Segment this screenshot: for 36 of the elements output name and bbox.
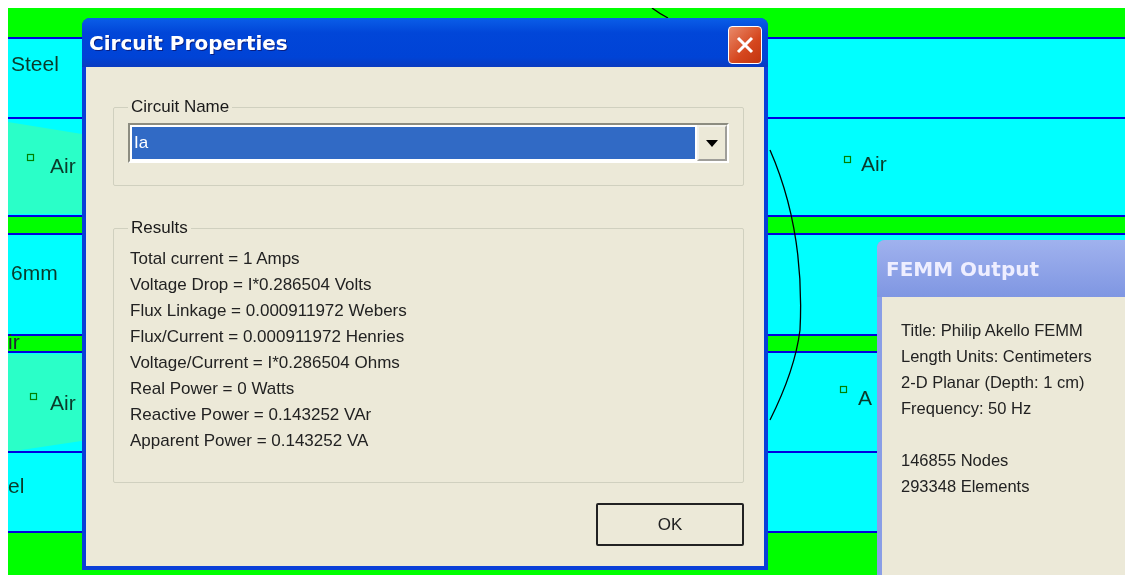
region-label: Air (861, 152, 887, 175)
result-line: Reactive Power = 0.143252 VAr (130, 404, 373, 426)
output-line: 146855 Nodes (901, 450, 1010, 471)
result-line: Apparent Power = 0.143252 VA (130, 430, 370, 452)
circuit-name-dropdown[interactable]: Ia (128, 123, 729, 163)
ok-button[interactable]: OK (596, 503, 744, 546)
result-line: Flux/Current = 0.000911972 Henries (130, 326, 406, 348)
region-label: A (858, 386, 872, 409)
window-title: FEMM Output (886, 256, 1039, 281)
output-line: Title: Philip Akello FEMM (901, 320, 1084, 341)
result-line: Real Power = 0 Watts (130, 378, 296, 400)
output-line: Length Units: Centimeters (901, 346, 1093, 367)
output-line: 2-D Planar (Depth: 1 cm) (901, 372, 1086, 393)
close-button[interactable] (728, 25, 762, 64)
node-marker-icon (26, 153, 35, 162)
region-label: Steel (11, 52, 59, 75)
node-marker-icon (843, 155, 852, 164)
node-marker-icon (29, 392, 38, 401)
region-label: el (8, 474, 25, 497)
result-line: Voltage Drop = I*0.286504 Volts (130, 274, 373, 296)
output-line: Frequency: 50 Hz (901, 398, 1033, 419)
group-label: Results (130, 218, 189, 238)
result-line: Voltage/Current = I*0.286504 Ohms (130, 352, 401, 374)
window-title: Circuit Properties (89, 30, 288, 55)
region-label: Air (50, 154, 76, 177)
region-label: 6mm (11, 261, 58, 284)
output-line: 293348 Elements (901, 476, 1031, 497)
region-label: ir (8, 330, 20, 353)
region-label: Air (50, 391, 76, 414)
result-line: Total current = 1 Amps (130, 248, 301, 270)
dropdown-button[interactable] (697, 125, 727, 161)
group-label: Circuit Name (130, 97, 231, 117)
caret-icon (706, 139, 718, 147)
result-line: Flux Linkage = 0.000911972 Webers (130, 300, 408, 322)
close-icon (736, 35, 754, 54)
node-marker-icon (839, 385, 848, 394)
